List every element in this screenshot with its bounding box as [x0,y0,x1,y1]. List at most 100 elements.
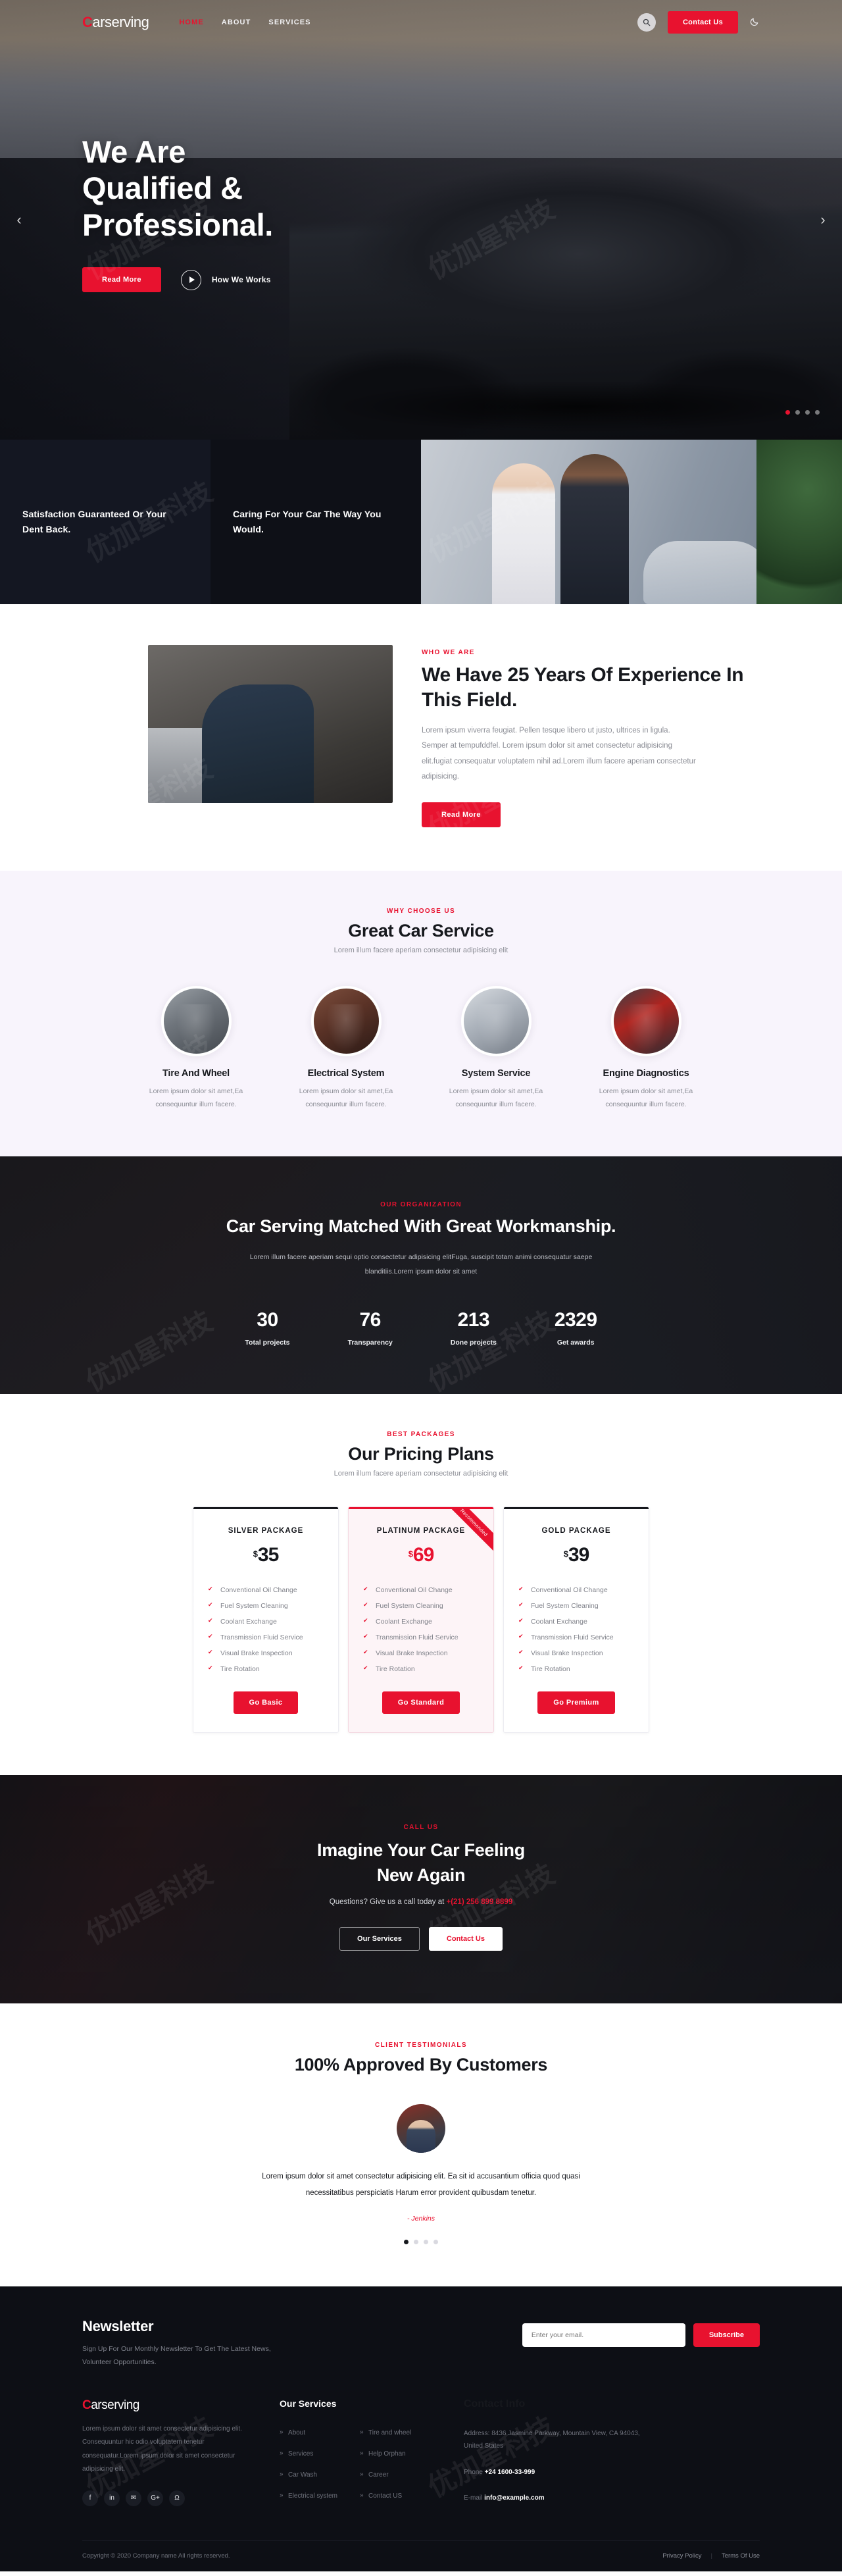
plan-button-platinum[interactable]: Go Standard [382,1691,460,1714]
stat-value-1: 30 [257,1308,278,1331]
why-item-tire-and-wheel[interactable]: Tire And Wheel Lorem ipsum dolor sit ame… [137,985,255,1112]
testimonial-dot-3[interactable] [424,2239,428,2244]
list-item: About [280,2426,337,2438]
footer-link-contact-us[interactable]: Contact US [360,2492,402,2500]
plan-currency-platinum: $ [408,1549,413,1559]
footer-bottom-bar: Copyright © 2020 Company name All rights… [82,2540,760,2571]
newsletter-block: Newsletter Sign Up For Our Monthly Newsl… [82,2318,760,2398]
about-image-mechanic [202,684,314,803]
footer-email-value[interactable]: info@example.com [484,2494,544,2502]
feature-card-2-title: Caring For Your Car The Way You Would. [233,508,382,534]
hero-dot-2[interactable] [795,410,800,415]
footer-email: E-mail info@example.com [464,2492,655,2505]
footer-link-electrical-system[interactable]: Electrical system [280,2492,337,2500]
cta-question-text: Questions? Give us a call today at [329,1898,447,1907]
why-item-image-3 [460,985,532,1056]
about-title: We Have 25 Years Of Experience In This F… [422,664,744,711]
moon-icon [750,18,758,26]
logo-initial: C [82,14,93,30]
why-section-head: WHY CHOOSE US Great Car Service Lorem il… [82,908,760,954]
pricing-section-head: BEST PACKAGES Our Pricing Plans Lorem il… [82,1431,760,1478]
cta-contact-us-button[interactable]: Contact Us [428,1927,503,1951]
plan-button-silver[interactable]: Go Basic [233,1691,299,1714]
why-item-image-1 [161,985,232,1056]
cta-title: Imagine Your Car Feeling New Again [82,1838,760,1888]
feature-bar-photo [421,440,842,604]
testimonial-dot-2[interactable] [414,2239,418,2244]
github-icon[interactable]: Ω [169,2490,185,2506]
hero-next-button[interactable]: › [812,209,834,231]
plan-button-gold[interactable]: Go Premium [537,1691,615,1714]
play-icon[interactable] [180,269,201,290]
footer-phone-label: Phone [464,2468,483,2476]
footer-services-list-1: About Services Car Wash Electrical syste… [280,2426,337,2510]
hero-slider: We Are Qualified & Professional. Read Mo… [0,0,842,440]
stat-label-2: Transparency [347,1338,393,1347]
testimonials-section: CLIENT TESTIMONIALS 100% Approved By Cus… [0,2003,842,2286]
footer-link-about[interactable]: About [280,2429,305,2436]
plan-feature: Coolant Exchange [518,1614,634,1630]
page-root: Carserving HOME ABOUT SERVICES Contact U… [0,0,842,2571]
footer-link-car-wash[interactable]: Car Wash [280,2471,317,2479]
why-item-engine-diagnostics[interactable]: Engine Diagnostics Lorem ipsum dolor sit… [587,985,705,1112]
privacy-policy-link[interactable]: Privacy Policy [662,2552,701,2560]
plan-features-gold: Conventional Oil Change Fuel System Clea… [518,1582,634,1677]
hero-title: We Are Qualified & Professional. [82,134,490,243]
footer-link-help-orphan[interactable]: Help Orphan [360,2450,406,2458]
why-item-electrical-system[interactable]: Electrical System Lorem ipsum dolor sit … [287,985,405,1112]
hero-dot-1[interactable] [785,410,790,415]
why-items-grid: Tire And Wheel Lorem ipsum dolor sit ame… [82,985,760,1112]
feature-card-1-title: Satisfaction Guaranteed Or Your Dent Bac… [22,508,166,534]
footer-link-services[interactable]: Services [280,2450,313,2458]
cta-phone-link[interactable]: +(21) 256 899 8899 [447,1898,513,1906]
plan-name-platinum: PLATINUM PACKAGE [376,1526,466,1535]
plan-name-gold: GOLD PACKAGE [541,1526,611,1535]
stat-transparency: 76 Transparency [348,1309,393,1347]
search-button[interactable] [637,13,656,32]
site-header: Carserving HOME ABOUT SERVICES Contact U… [0,0,842,45]
hero-read-more-button[interactable]: Read More [82,267,161,293]
newsletter-email-input[interactable] [522,2323,685,2347]
dark-mode-toggle[interactable] [750,16,760,28]
linkedin-icon[interactable]: in [104,2490,120,2506]
footer-phone-value[interactable]: +24 1600-33-999 [485,2469,535,2476]
hero-title-line-2: Qualified & [82,170,243,206]
terms-of-use-link[interactable]: Terms Of Use [722,2552,760,2560]
copyright-text: Copyright © 2020 Company name All rights… [82,2552,230,2560]
hero-dot-4[interactable] [815,410,820,415]
footer-columns: Carserving Lorem ipsum dolor sit amet co… [82,2398,760,2540]
cta-section: CALL US Imagine Your Car Feeling New Aga… [0,1775,842,2004]
hero-video-link[interactable]: How We Works [180,269,271,290]
cta-our-services-button[interactable]: Our Services [339,1927,420,1951]
plan-feature: Coolant Exchange [208,1614,324,1630]
about-read-more-button[interactable]: Read More [422,802,501,827]
facebook-icon[interactable]: f [82,2490,98,2506]
nav-item-about[interactable]: ABOUT [222,18,251,26]
footer-link-tire-and-wheel[interactable]: Tire and wheel [360,2429,411,2436]
nav-item-services[interactable]: SERVICES [268,18,310,26]
plan-feature: Conventional Oil Change [363,1582,479,1598]
footer-link-career[interactable]: Career [360,2471,389,2479]
twitter-icon[interactable]: ✉ [126,2490,141,2506]
testimonial-dot-4[interactable] [433,2239,438,2244]
hero-prev-button[interactable]: ‹ [8,209,30,231]
nav-item-home[interactable]: HOME [179,18,203,26]
google-plus-icon[interactable]: G+ [147,2490,163,2506]
footer-logo-text: arserving [91,2398,139,2412]
newsletter-subscribe-button[interactable]: Subscribe [693,2323,760,2347]
why-item-system-service[interactable]: System Service Lorem ipsum dolor sit ame… [437,985,555,1112]
hero-dot-3[interactable] [805,410,810,415]
newsletter-text: Sign Up For Our Monthly Newsletter To Ge… [82,2344,271,2367]
stat-value-2: 76 [359,1308,381,1331]
hero-title-line-3: Professional. [82,207,273,242]
footer-services-list-2: Tire and wheel Help Orphan Career Contac… [360,2426,411,2510]
footer-logo[interactable]: Carserving [82,2398,280,2413]
site-logo[interactable]: Carserving [82,14,149,31]
pricing-plans: SILVER PACKAGE $35 Conventional Oil Chan… [82,1506,760,1733]
header-contact-button[interactable]: Contact Us [667,11,738,34]
pricing-eyebrow: BEST PACKAGES [387,1430,455,1438]
footer-logo-initial: C [82,2398,91,2412]
newsletter-title: Newsletter [82,2317,154,2334]
hero-title-line-1: We Are [82,134,186,169]
testimonial-dot-1[interactable] [404,2239,409,2244]
